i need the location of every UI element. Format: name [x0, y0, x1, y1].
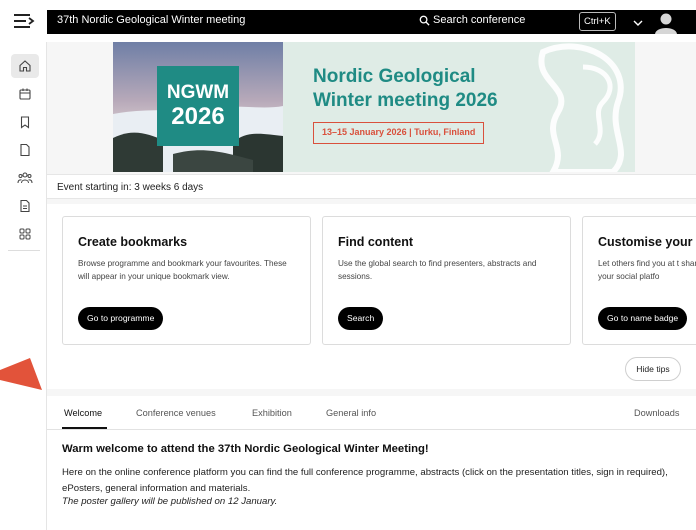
main-content: NGWM 2026 Nordic Geological Winter meeti…: [47, 42, 696, 530]
sidebar-item-apps[interactable]: [11, 222, 39, 246]
welcome-paragraph: Here on the online conference platform y…: [62, 467, 668, 494]
tip-text: Browse programme and bookmark your favou…: [78, 259, 287, 281]
tip-title: Customise your: [598, 235, 693, 249]
app-title: 37th Nordic Geological Winter meeting: [57, 14, 246, 26]
tip-text: Use the global search to find presenters…: [338, 259, 537, 281]
logo-line-2: 2026: [171, 103, 225, 130]
search-icon: [419, 15, 430, 26]
tip-card-find-content: Find content Use the global search to fi…: [322, 216, 571, 345]
welcome-section: Welcome Conference venues Exhibition Gen…: [47, 396, 696, 530]
event-countdown: Event starting in: 3 weeks 6 days: [57, 182, 204, 193]
sidebar-item-bookmarks[interactable]: [11, 110, 39, 134]
tip-text: Let others find you at t share your soci…: [598, 259, 696, 281]
tip-title: Create bookmarks: [78, 235, 188, 249]
tip-card-customise: Customise your Let others find you at t …: [582, 216, 696, 345]
sidebar-divider: [8, 250, 40, 251]
search-placeholder: Search conference: [433, 14, 526, 26]
go-to-programme-button[interactable]: Go to programme: [78, 307, 164, 330]
tab-welcome[interactable]: Welcome: [64, 408, 102, 418]
tab-exhibition[interactable]: Exhibition: [252, 408, 292, 418]
sidebar-item-documents[interactable]: [11, 194, 39, 218]
tip-title: Find content: [338, 235, 413, 249]
calendar-icon: [19, 88, 31, 100]
hide-tips-button[interactable]: Hide tips: [625, 357, 681, 381]
home-icon: [19, 60, 31, 72]
tip-card-bookmarks: Create bookmarks Browse programme and bo…: [62, 216, 311, 345]
avatar[interactable]: [653, 11, 679, 37]
banner-dates: 13–15 January 2026 | Turku, Finland: [313, 122, 485, 144]
shortcut-badge: Ctrl+K: [579, 12, 616, 31]
file-icon: [20, 143, 30, 157]
sidebar-item-home[interactable]: [11, 54, 39, 78]
poster-gallery-note: The poster gallery will be published on …: [62, 496, 278, 507]
tab-conference-venues[interactable]: Conference venues: [136, 408, 216, 418]
search-button[interactable]: Search: [338, 307, 384, 330]
active-tab-indicator: [62, 427, 107, 429]
apps-icon: [19, 228, 31, 240]
chevron-down-icon[interactable]: [632, 16, 644, 28]
arrow-icon: [0, 356, 44, 392]
tips-panel: Create bookmarks Browse programme and bo…: [47, 204, 696, 389]
sidebar-item-calendar[interactable]: [11, 82, 39, 106]
logo-line-1: NGWM: [166, 82, 230, 103]
header-bar: 37th Nordic Geological Winter meeting Se…: [47, 10, 696, 34]
go-to-name-badge-button[interactable]: Go to name badge: [598, 307, 688, 330]
banner-headline-2: Winter meeting 2026: [313, 90, 498, 111]
content-tabs: Welcome Conference venues Exhibition Gen…: [47, 396, 696, 430]
search-input[interactable]: Search conference: [419, 14, 525, 26]
sidebar: [0, 42, 47, 530]
sidebar-item-files[interactable]: [11, 138, 39, 162]
event-countdown-bar: Event starting in: 3 weeks 6 days: [47, 174, 696, 199]
tab-downloads[interactable]: Downloads: [634, 408, 679, 418]
banner-headline-1: Nordic Geological: [313, 66, 476, 87]
conference-banner: NGWM 2026 Nordic Geological Winter meeti…: [113, 42, 635, 172]
top-bar: 37th Nordic Geological Winter meeting Se…: [0, 0, 696, 42]
sidebar-item-people[interactable]: [11, 166, 39, 190]
tab-general-info[interactable]: General info: [326, 408, 376, 418]
document-icon: [20, 199, 30, 213]
people-icon: [17, 172, 33, 184]
bookmark-icon: [20, 116, 30, 129]
menu-toggle-icon[interactable]: [12, 10, 36, 32]
welcome-heading: Warm welcome to attend the 37th Nordic G…: [62, 443, 429, 455]
